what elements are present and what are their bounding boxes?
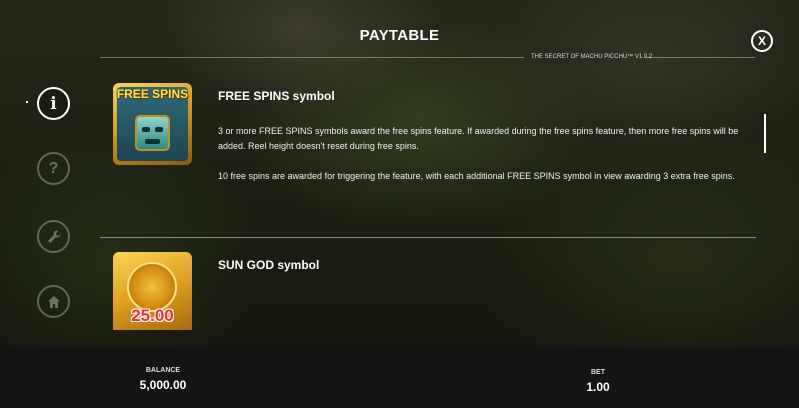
balance-label: BALANCE — [145, 367, 181, 374]
info-button[interactable]: i — [37, 87, 70, 120]
settings-button[interactable] — [37, 220, 70, 253]
game-version: THE SECRET OF MACHU PICCHU™ V1.0.2 — [531, 54, 653, 60]
sun-god-value-badge: 25.00 — [131, 306, 174, 325]
info-icon: i — [50, 93, 57, 114]
help-button[interactable]: ? — [37, 152, 70, 185]
question-icon: ? — [48, 159, 59, 177]
wrench-icon — [47, 230, 60, 243]
free-spins-symbol-image: FREE SPINS — [113, 83, 192, 165]
balance-value: 5,000.00 — [139, 378, 187, 392]
free-spins-desc-2: 10 free spins are awarded for triggering… — [218, 171, 735, 181]
home-icon — [47, 295, 60, 308]
home-button[interactable] — [37, 285, 70, 318]
sun-god-face — [127, 262, 177, 312]
title-divider — [100, 57, 524, 58]
bet-value: 1.00 — [586, 380, 610, 394]
close-button[interactable]: X — [751, 30, 773, 52]
section-divider — [100, 237, 756, 238]
indicator-dot — [26, 101, 28, 103]
title-divider-right — [645, 57, 755, 58]
close-icon: X — [757, 34, 766, 48]
mask-face — [135, 115, 170, 151]
scrollbar-thumb[interactable] — [764, 114, 766, 153]
page-title: PAYTABLE — [359, 27, 440, 44]
bet-label: BET — [591, 369, 605, 376]
bottom-bar: BALANCE 5,000.00 BET 1.00 — [0, 348, 799, 408]
sun-god-symbol-image: 25.00 — [113, 252, 192, 330]
free-spins-desc-1: 3 or more FREE SPINS symbols award the f… — [218, 126, 739, 151]
free-spins-title: FREE SPINS symbol — [218, 89, 335, 103]
free-spins-badge: FREE SPINS — [116, 87, 189, 101]
sun-god-title: SUN GOD symbol — [218, 258, 320, 272]
